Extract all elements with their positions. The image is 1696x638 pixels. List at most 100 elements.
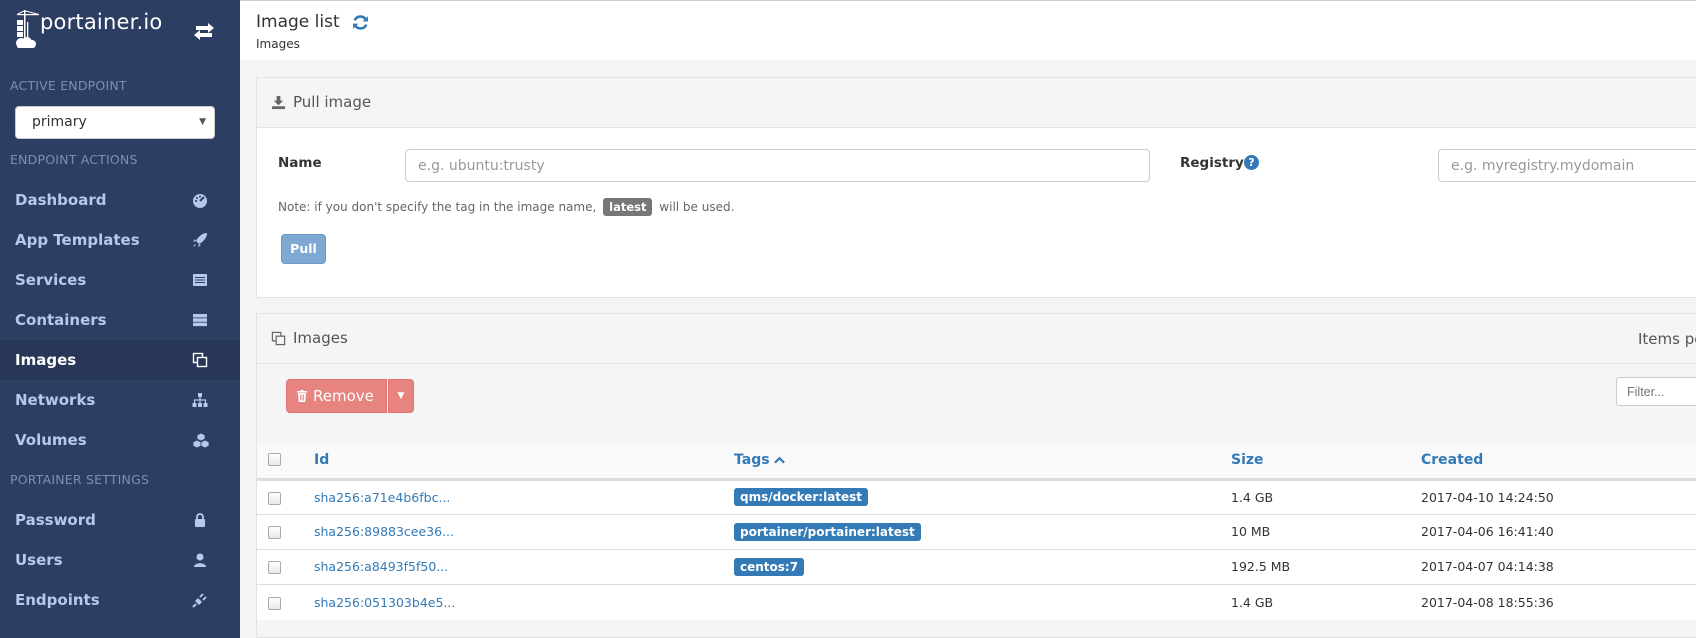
sidebar-item-password[interactable]: Password [0, 500, 240, 540]
sidebar-item-label: Images [15, 351, 77, 369]
tags-cell [734, 584, 1231, 620]
sidebar-item-containers[interactable]: Containers [0, 300, 240, 340]
brand-name[interactable]: portainer.io [40, 10, 162, 34]
caret-down-icon: ▼ [397, 391, 405, 401]
trash-icon [297, 390, 307, 402]
breadcrumb: Images [256, 37, 300, 51]
sort-id-link[interactable]: Id [314, 452, 329, 468]
clone-icon [192, 352, 208, 368]
column-header-created[interactable]: Created [1421, 442, 1696, 481]
name-label: Name [278, 155, 322, 171]
user-icon [194, 553, 206, 567]
images-header: Images Items pe [257, 314, 1696, 364]
id-cell: sha256:a71e4b6fbc... [314, 479, 734, 515]
images-actions-bar: Remove ▼ [257, 364, 1696, 442]
sidebar-item-label: App Templates [15, 231, 140, 249]
id-cell: sha256:051303b4e5... [314, 584, 734, 620]
row-select-cell [257, 584, 314, 620]
remove-button-label: Remove [313, 387, 374, 405]
sidebar-item-volumes[interactable]: Volumes [0, 420, 240, 460]
sidebar-item-label: Password [15, 511, 96, 529]
table-row: sha256:051303b4e5... 1.4 GB 2017-04-08 1… [257, 584, 1696, 620]
created-cell: 2017-04-06 16:41:40 [1421, 514, 1696, 550]
sort-tags-link[interactable]: Tags [734, 452, 770, 468]
sidebar-item-users[interactable]: Users [0, 540, 240, 580]
table-row: sha256:a71e4b6fbc... qms/docker:latest 1… [257, 479, 1696, 515]
question-circle-icon[interactable]: ? [1244, 155, 1259, 170]
sidebar-item-endpoints[interactable]: Endpoints [0, 580, 240, 620]
table-row: sha256:a8493f5f50... centos:7 192.5 MB 2… [257, 549, 1696, 585]
remove-button[interactable]: Remove [286, 379, 387, 413]
size-cell: 1.4 GB [1231, 594, 1274, 610]
lock-icon [195, 513, 205, 527]
id-cell: sha256:89883cee36... [314, 514, 734, 550]
tag-badge: portainer/portainer:latest [734, 522, 921, 541]
image-name-input[interactable] [405, 149, 1150, 182]
sidebar-brand: portainer.io [0, 0, 240, 60]
sidebar-item-label: Users [15, 551, 63, 569]
sidebar-item-app-templates[interactable]: App Templates [0, 220, 240, 260]
tags-cell: qms/docker:latest [734, 479, 1231, 515]
cubes-icon [192, 432, 210, 448]
table-row: sha256:89883cee36... portainer/portainer… [257, 514, 1696, 550]
row-checkbox[interactable] [268, 596, 281, 610]
images-title: Images [293, 329, 348, 347]
image-id-link[interactable]: sha256:a71e4b6fbc... [314, 490, 450, 505]
endpoint-select[interactable]: primary ▼ [15, 106, 215, 139]
registry-label: Registry [1180, 155, 1244, 171]
pull-image-title: Pull image [293, 93, 372, 111]
active-endpoint-heading: ACTIVE ENDPOINT [10, 78, 127, 93]
endpoint-actions-heading: ENDPOINT ACTIONS [10, 152, 138, 167]
exchange-icon[interactable] [192, 22, 216, 40]
image-id-link[interactable]: sha256:89883cee36... [314, 524, 454, 539]
column-header-id[interactable]: Id [314, 442, 734, 481]
select-all-checkbox[interactable] [268, 453, 281, 467]
created-cell: 2017-04-10 14:24:50 [1421, 479, 1696, 515]
endpoint-selected-value: primary [32, 114, 87, 130]
tag-badge: centos:7 [734, 557, 805, 576]
sidebar-item-images[interactable]: Images [0, 340, 240, 380]
pull-image-panel: Pull image Name Registry ? Note: if you … [256, 77, 1696, 298]
note-prefix: Note: if you don't specify the tag in th… [278, 200, 597, 214]
row-checkbox[interactable] [268, 561, 281, 574]
column-header-tags[interactable]: Tags [734, 442, 1231, 481]
server-icon [193, 314, 207, 327]
sidebar-item-networks[interactable]: Networks [0, 380, 240, 420]
sidebar-item-dashboard[interactable]: Dashboard [0, 180, 240, 220]
row-checkbox[interactable] [268, 526, 281, 539]
latest-badge: latest [603, 198, 653, 216]
sidebar-item-services[interactable]: Services [0, 260, 240, 300]
sort-created-link[interactable]: Created [1421, 452, 1483, 468]
registry-input[interactable] [1438, 149, 1696, 182]
row-select-cell [257, 514, 314, 550]
images-table: Id Tags Size Created sha256:a71e4b6fbc..… [257, 442, 1696, 620]
filter-input[interactable] [1616, 377, 1696, 406]
pull-image-header: Pull image [257, 78, 1696, 128]
refresh-icon[interactable] [352, 14, 369, 31]
page-header: Image list Images [240, 0, 1696, 60]
download-icon [271, 95, 286, 110]
chevron-up-icon [774, 456, 786, 464]
row-checkbox[interactable] [268, 491, 281, 505]
tags-cell: centos:7 [734, 549, 1231, 585]
portainer-settings-heading: PORTAINER SETTINGS [10, 472, 150, 487]
size-cell: 1.4 GB [1231, 479, 1421, 515]
created-cell: 2017-04-08 18:55:36 [1421, 594, 1554, 610]
sidebar-item-label: Dashboard [15, 191, 107, 209]
row-select-cell [257, 549, 314, 585]
image-id-link[interactable]: sha256:a8493f5f50... [314, 559, 448, 574]
page-title: Image list [256, 12, 340, 32]
sidebar-item-label: Volumes [15, 431, 87, 449]
pull-button[interactable]: Pull [281, 234, 326, 264]
sort-size-link[interactable]: Size [1231, 452, 1264, 468]
tag-note: Note: if you don't specify the tag in th… [278, 198, 734, 216]
sidebar-item-label: Containers [15, 311, 107, 329]
remove-dropdown-toggle[interactable]: ▼ [388, 379, 414, 413]
id-cell: sha256:a8493f5f50... [314, 549, 734, 585]
table-header-row: Id Tags Size Created [257, 442, 1696, 481]
image-id-link[interactable]: sha256:051303b4e5... [314, 595, 455, 610]
caret-down-icon: ▼ [199, 117, 206, 127]
column-header-size[interactable]: Size [1231, 442, 1421, 481]
rocket-icon [193, 233, 207, 247]
row-select-cell [257, 479, 314, 515]
